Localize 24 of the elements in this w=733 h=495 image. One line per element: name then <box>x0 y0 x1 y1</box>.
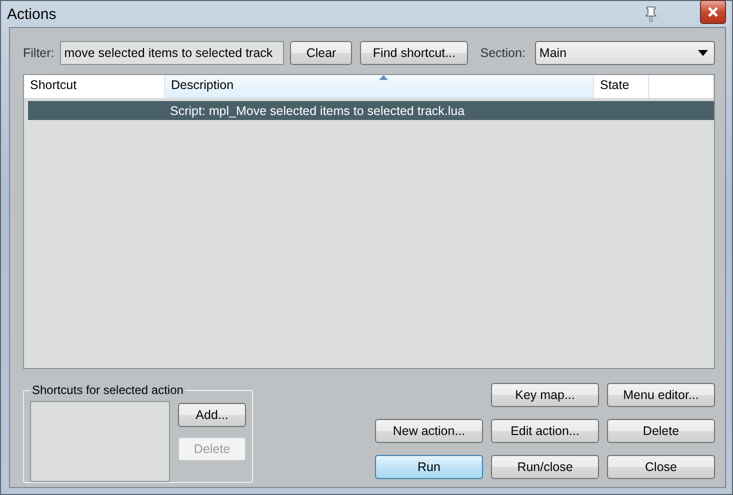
clear-button[interactable]: Clear <box>290 41 352 65</box>
action-button[interactable]: Menu editor... <box>607 383 715 407</box>
sort-arrow-icon <box>379 75 388 80</box>
pin-icon[interactable] <box>644 6 658 22</box>
filter-label: Filter: <box>23 46 54 60</box>
action-button[interactable]: Delete <box>607 419 715 443</box>
window-title: Actions <box>7 6 58 22</box>
action-button[interactable]: Run/close <box>491 455 599 479</box>
filter-field[interactable]: move selected items to selected track <box>60 41 284 65</box>
action-button[interactable]: Key map... <box>491 383 599 407</box>
close-icon <box>707 6 719 18</box>
action-button[interactable]: New action... <box>375 419 483 443</box>
add-button[interactable]: Add... <box>178 403 246 427</box>
section-dropdown[interactable]: Main <box>535 41 715 65</box>
action-button[interactable]: Close <box>607 455 715 479</box>
action-row[interactable]: Script: mpl_Move selected items to selected track.lua <box>28 101 714 120</box>
group-title: Shortcuts for selected action <box>31 383 184 397</box>
section-label: Section: <box>480 46 526 60</box>
find-shortcut-button[interactable]: Find shortcut... <box>360 41 468 65</box>
close-button[interactable] <box>700 0 726 24</box>
action-button[interactable]: Edit action... <box>491 419 599 443</box>
column-header[interactable]: Description <box>165 75 594 98</box>
action-button[interactable]: Run <box>375 455 483 479</box>
dropdown-arrow-icon <box>698 50 708 56</box>
